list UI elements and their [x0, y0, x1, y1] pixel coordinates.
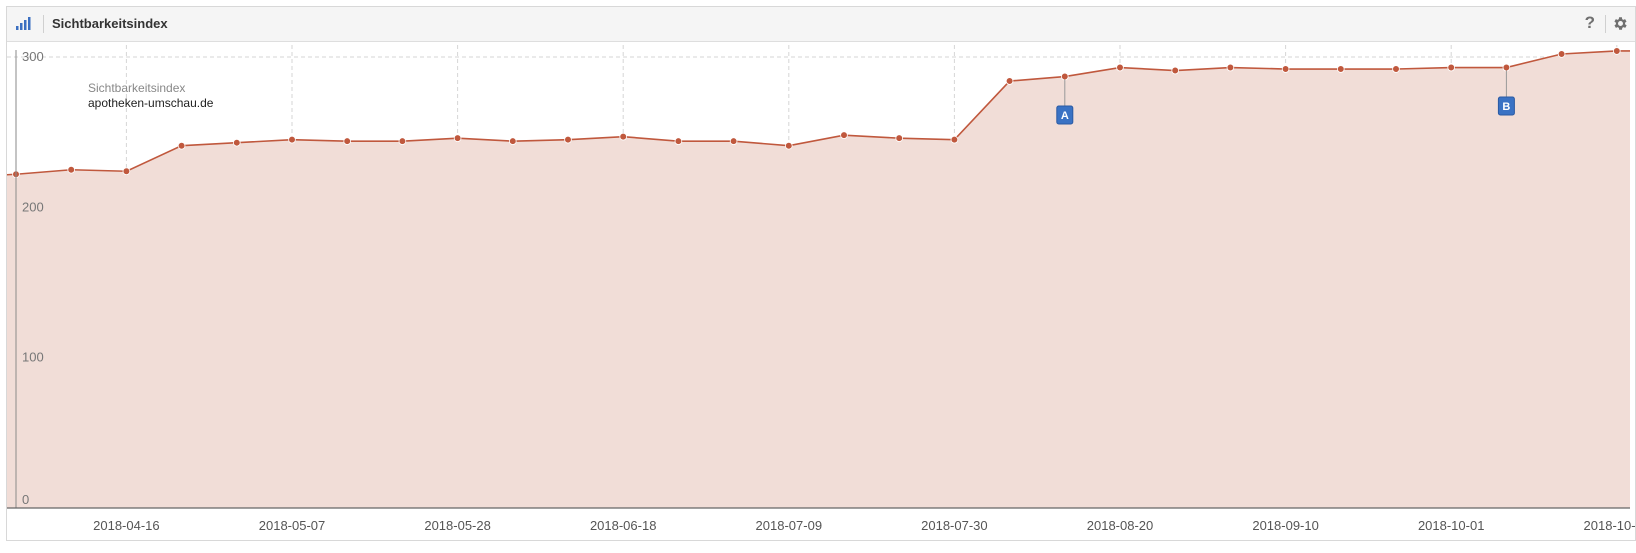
legend-series-label: apotheken-umschau.de [88, 96, 214, 110]
data-point [729, 137, 738, 145]
data-point [674, 137, 683, 145]
data-point [1281, 65, 1290, 73]
y-tick-label: 0 [22, 492, 29, 507]
data-point [1447, 63, 1455, 72]
data-point [453, 134, 462, 142]
data-point [784, 141, 793, 150]
data-point [564, 135, 572, 144]
data-point [1613, 47, 1621, 55]
data-point [122, 167, 131, 176]
legend-title: Sichtbarkeitsindex [88, 81, 185, 95]
x-tick-label: 2018-07-09 [756, 518, 823, 533]
data-point [288, 135, 296, 144]
data-point [1502, 63, 1511, 72]
data-point [1392, 65, 1400, 73]
x-tick-label: 2018-08-20 [1087, 518, 1154, 533]
x-tick-label: 2018-07-30 [921, 518, 988, 533]
data-point [1061, 72, 1069, 81]
data-point [950, 135, 959, 144]
data-point [619, 132, 627, 141]
data-point [233, 138, 241, 147]
y-tick-label: 300 [22, 49, 44, 64]
y-tick-label: 100 [22, 350, 44, 365]
data-point [1116, 63, 1124, 72]
data-point [1226, 63, 1235, 72]
data-point [67, 165, 75, 174]
data-point [1171, 66, 1179, 75]
x-tick-label: 2018-09-10 [1252, 518, 1319, 533]
annotation-label: B [1502, 101, 1510, 113]
x-tick-label: 2018-05-28 [424, 518, 491, 533]
x-tick-label: 2018-10-01 [1418, 518, 1485, 533]
data-point [895, 134, 903, 142]
data-point [343, 137, 352, 145]
y-tick-label: 200 [22, 199, 44, 214]
x-tick-label: 2018-06-18 [590, 518, 657, 533]
data-point [1005, 77, 1014, 85]
x-tick-label: 2018-05-07 [259, 518, 326, 533]
data-point [508, 137, 517, 145]
data-point [177, 141, 186, 150]
data-point [1337, 65, 1345, 73]
x-tick-label: 2018-04-16 [93, 518, 160, 533]
visibility-index-chart: 0 100 200 300 2018-04-16 2018-05-07 2018-05-28… [6, 45, 1636, 533]
x-tick-label: 2018-10-22 [1584, 518, 1636, 533]
annotation-label: A [1061, 110, 1069, 122]
series-area-fill [7, 50, 1630, 509]
data-point [840, 131, 848, 139]
data-point [398, 137, 407, 145]
data-point [1557, 50, 1566, 58]
